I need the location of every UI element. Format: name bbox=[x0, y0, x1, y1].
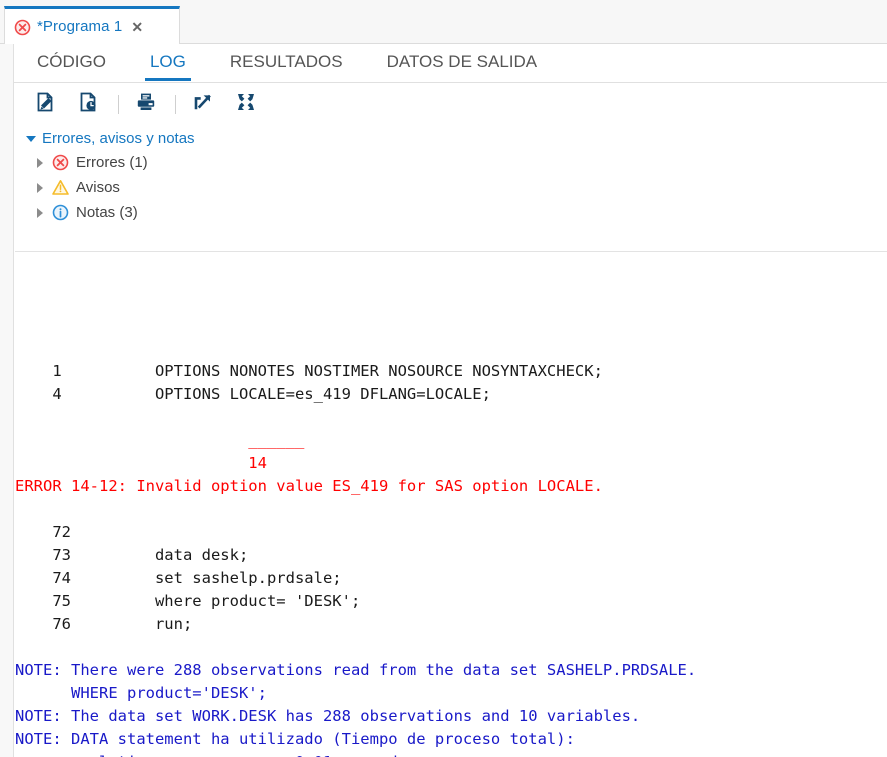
left-rail bbox=[0, 44, 14, 757]
log-line: NOTE: There were 288 observations read f… bbox=[15, 661, 697, 679]
log-line: WHERE product='DESK'; bbox=[15, 684, 267, 702]
clear-log-button[interactable] bbox=[31, 91, 61, 117]
info-circle-icon bbox=[52, 204, 69, 221]
log-line: 72 bbox=[15, 523, 71, 541]
messages-tree-root-label: Errores, avisos y notas bbox=[42, 130, 195, 147]
log-line: 76 run; bbox=[15, 615, 193, 633]
messages-tree: Errores, avisos y notas Errores (1) Avis… bbox=[14, 128, 414, 225]
log-properties-button[interactable] bbox=[74, 91, 104, 117]
view-tabs: CÓDIGO LOG RESULTADOS DATOS DE SALIDA bbox=[0, 44, 887, 83]
maximize-button[interactable] bbox=[231, 91, 261, 117]
clear-log-icon bbox=[35, 91, 57, 118]
window-tab-strip: *Programa 1 ✕ bbox=[0, 0, 887, 44]
tree-item-label: Errores (1) bbox=[76, 154, 148, 171]
warning-triangle-icon bbox=[52, 179, 69, 196]
tree-item-label: Avisos bbox=[76, 179, 120, 196]
chevron-right-icon[interactable] bbox=[37, 207, 43, 218]
print-button[interactable] bbox=[131, 91, 161, 117]
log-line: 1 OPTIONS NONOTES NOSTIMER NOSOURCE NOSY… bbox=[15, 362, 603, 380]
print-icon bbox=[135, 91, 157, 118]
chevron-down-icon bbox=[26, 135, 36, 142]
log-lines: 1 OPTIONS NONOTES NOSTIMER NOSOURCE NOSY… bbox=[15, 298, 887, 757]
tab-log[interactable]: LOG bbox=[144, 44, 191, 81]
toolbar-separator-2 bbox=[175, 94, 176, 114]
tree-item-avisos[interactable]: Avisos bbox=[14, 175, 414, 200]
tab-codigo[interactable]: CÓDIGO bbox=[37, 44, 106, 81]
log-line: 14 bbox=[15, 454, 267, 472]
log-line: NOTE: The data set WORK.DESK has 288 obs… bbox=[15, 707, 641, 725]
document-tab-programa-1[interactable]: *Programa 1 ✕ bbox=[4, 6, 180, 44]
log-line: real time 0.01 seconds bbox=[15, 751, 887, 757]
log-line: ERROR 14-12: Invalid option value ES_419… bbox=[15, 477, 603, 495]
open-external-button[interactable] bbox=[188, 91, 218, 117]
tab-datos-de-salida[interactable]: DATOS DE SALIDA bbox=[387, 44, 538, 81]
log-line: NOTE: DATA statement ha utilizado (Tiemp… bbox=[15, 730, 575, 748]
log-line: 4 OPTIONS LOCALE=es_419 DFLANG=LOCALE; bbox=[15, 385, 491, 403]
tree-item-label: Notas (3) bbox=[76, 204, 138, 221]
messages-tree-root[interactable]: Errores, avisos y notas bbox=[14, 128, 414, 150]
toolbar-separator-1 bbox=[118, 94, 119, 114]
open-external-icon bbox=[192, 91, 214, 118]
log-line: 74 set sashelp.prdsale; bbox=[15, 569, 342, 587]
log-line: ______ bbox=[15, 431, 305, 449]
log-toolbar bbox=[14, 84, 887, 124]
chevron-right-icon[interactable] bbox=[37, 157, 43, 168]
log-properties-icon bbox=[78, 91, 100, 118]
error-circle-icon bbox=[14, 19, 31, 36]
tab-resultados[interactable]: RESULTADOS bbox=[230, 44, 343, 81]
log-line: 75 where product= 'DESK'; bbox=[15, 592, 361, 610]
error-circle-icon bbox=[52, 154, 69, 171]
log-output-pane[interactable]: 1 OPTIONS NONOTES NOSTIMER NOSOURCE NOSY… bbox=[15, 252, 887, 757]
close-icon[interactable]: ✕ bbox=[131, 20, 143, 34]
tree-item-errores[interactable]: Errores (1) bbox=[14, 150, 414, 175]
document-tab-label: *Programa 1 bbox=[37, 18, 123, 35]
chevron-right-icon[interactable] bbox=[37, 182, 43, 193]
tree-item-notas[interactable]: Notas (3) bbox=[14, 200, 414, 225]
maximize-icon bbox=[235, 91, 257, 118]
log-line: 73 data desk; bbox=[15, 546, 249, 564]
